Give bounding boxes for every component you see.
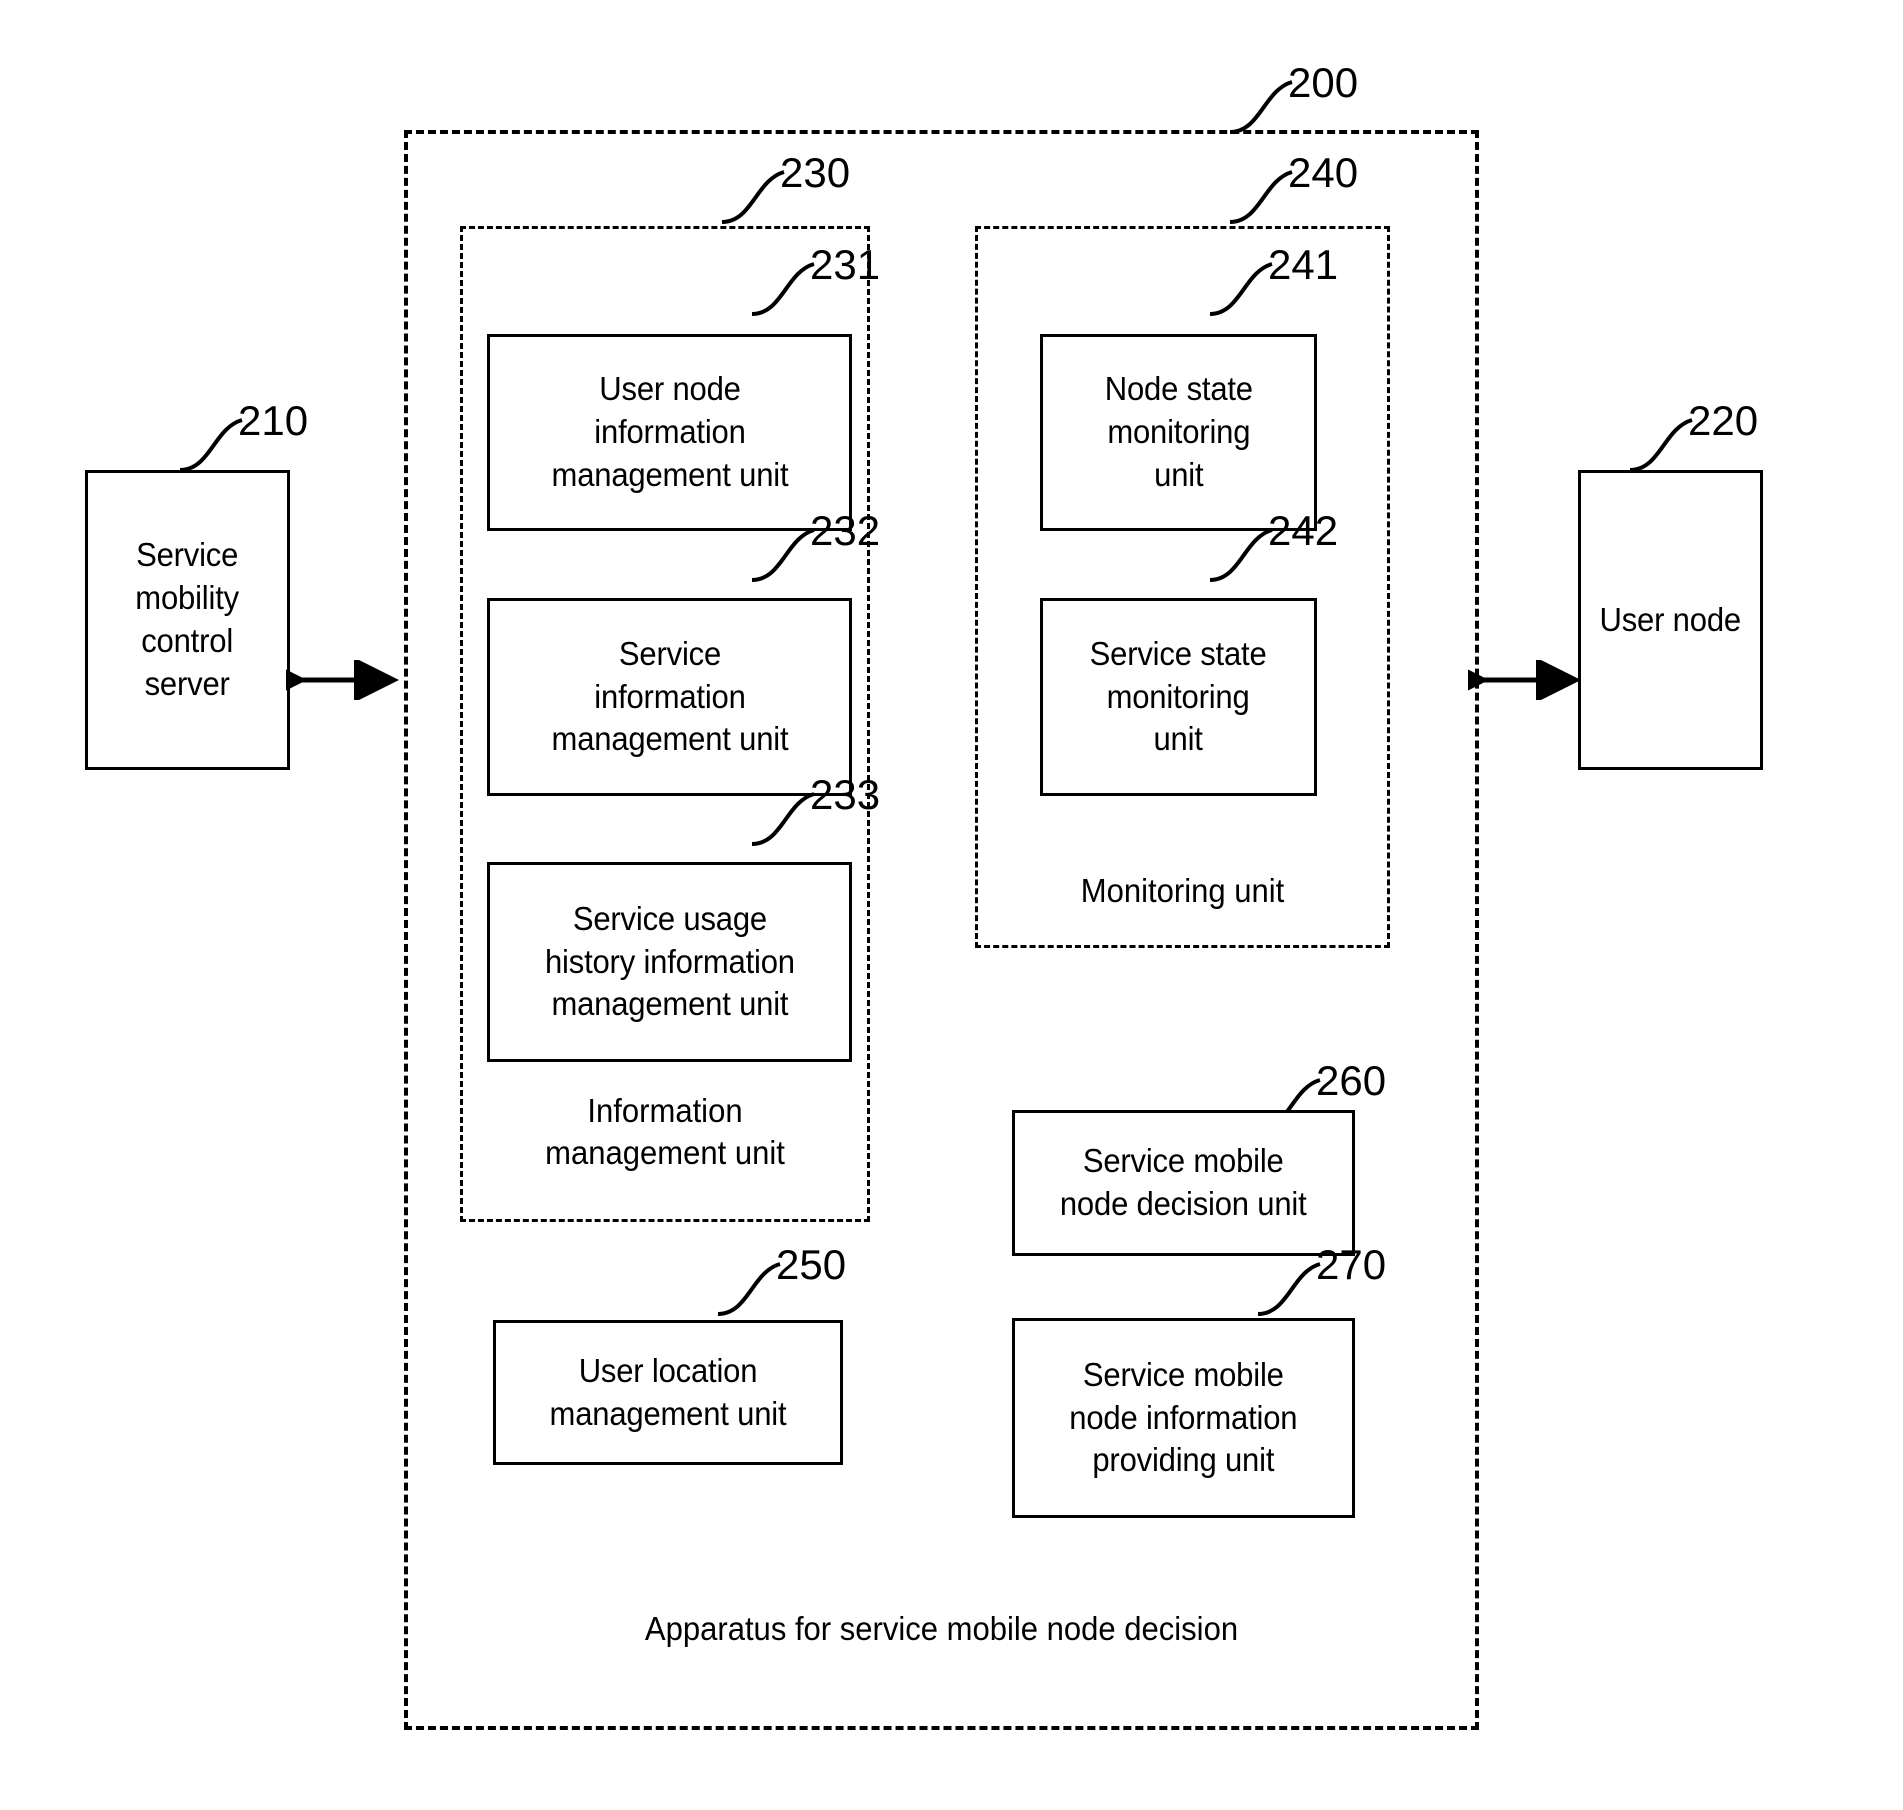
user-node-information-management-unit-box: User node information management unit	[487, 334, 852, 531]
service-state-monitoring-unit-box: Service state monitoring unit	[1040, 598, 1317, 796]
user-location-management-unit-label: User location management unit	[549, 1351, 787, 1432]
reference-numeral-240: 240	[1288, 149, 1359, 196]
reference-numeral-231: 231	[810, 241, 881, 288]
reference-numeral-210: 210	[238, 397, 309, 444]
right-bidirectional-arrow	[1468, 660, 1581, 700]
service-mobility-control-server-box: Service mobility control server	[85, 470, 290, 770]
reference-numeral-270: 270	[1316, 1241, 1387, 1288]
service-mobile-node-information-providing-unit-box: Service mobile node information providin…	[1012, 1318, 1355, 1518]
reference-numeral-242: 242	[1268, 507, 1339, 554]
reference-numeral-232: 232	[810, 507, 881, 554]
service-state-monitoring-unit-label: Service state monitoring unit	[1090, 634, 1267, 758]
user-location-management-unit-box: User location management unit	[493, 1320, 843, 1465]
node-state-monitoring-unit-label: Node state monitoring unit	[1104, 370, 1253, 493]
reference-numeral-200: 200	[1288, 59, 1359, 106]
left-bidirectional-arrow	[286, 660, 399, 700]
service-information-management-unit-box: Service information management unit	[487, 598, 852, 796]
monitoring-unit-group-label: Monitoring unit	[1080, 872, 1285, 909]
reference-numeral-230: 230	[780, 149, 851, 196]
user-node-information-management-unit-label: User node information management unit	[551, 370, 788, 493]
figure-canvas: 200 210 Service mobility control server …	[0, 0, 1903, 1810]
user-node-box: User node	[1578, 470, 1763, 770]
service-usage-history-information-management-unit-label: Service usage history information manage…	[544, 899, 795, 1023]
reference-numeral-260: 260	[1316, 1057, 1387, 1104]
node-state-monitoring-unit-box: Node state monitoring unit	[1040, 334, 1317, 531]
service-information-management-unit-label: Service information management unit	[551, 634, 788, 758]
service-mobility-control-server-label: Service mobility control server	[135, 536, 240, 702]
service-usage-history-information-management-unit-box: Service usage history information manage…	[487, 862, 852, 1062]
reference-numeral-250: 250	[776, 1241, 847, 1288]
service-mobile-node-decision-unit-label: Service mobile node decision unit	[1060, 1142, 1307, 1222]
service-mobile-node-information-providing-unit-label: Service mobile node information providin…	[1069, 1355, 1298, 1479]
reference-numeral-220: 220	[1688, 397, 1759, 444]
user-node-label: User node	[1599, 600, 1742, 638]
apparatus-caption: Apparatus for service mobile node decisi…	[644, 1610, 1239, 1647]
reference-numeral-241: 241	[1268, 241, 1339, 288]
information-management-unit-group-label: Information management unit	[545, 1092, 785, 1172]
service-mobile-node-decision-unit-box: Service mobile node decision unit	[1012, 1110, 1355, 1256]
reference-numeral-233: 233	[810, 771, 881, 818]
